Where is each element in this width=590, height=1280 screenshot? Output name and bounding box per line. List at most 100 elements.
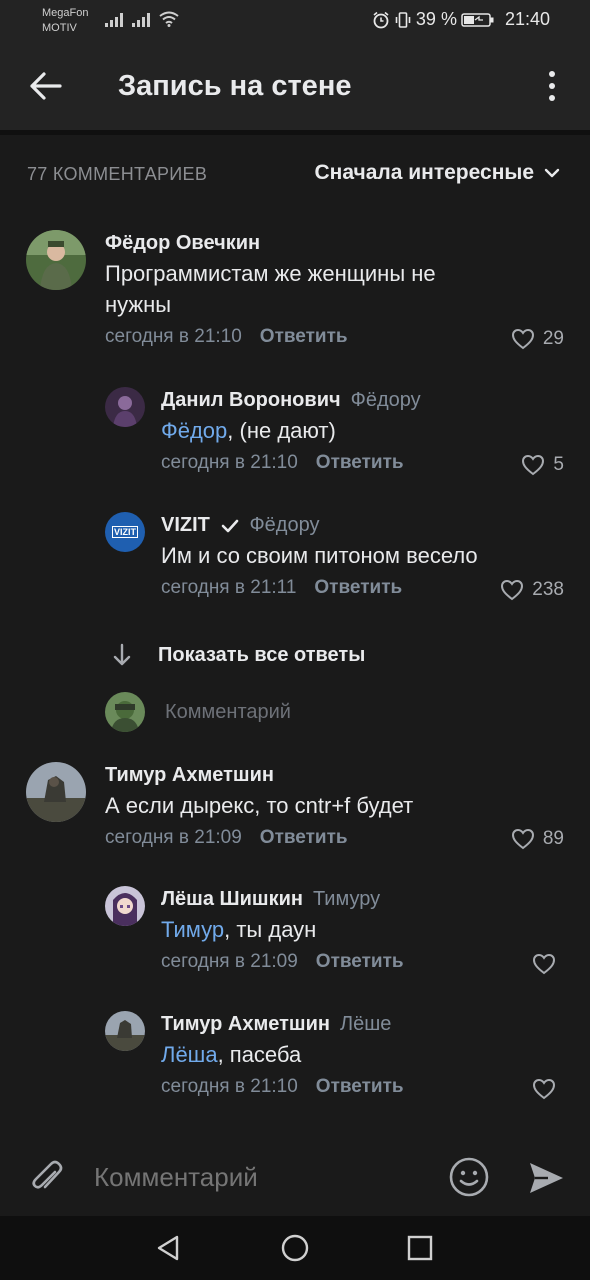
comment-input[interactable] [94, 1162, 414, 1193]
comment-text: Им и со своим питоном весело [161, 543, 478, 568]
reply-button[interactable]: Ответить [316, 1076, 404, 1097]
comment-text: Лёша, пасеба [161, 1039, 541, 1070]
comment-meta: сегодня в 21:10 Ответить [105, 326, 505, 348]
reply-composer[interactable]: Комментарий [105, 692, 291, 732]
connectivity-icons [105, 11, 179, 27]
carrier-line-1: MegaFon [42, 7, 89, 19]
comment-text-body: , (не дают) [227, 418, 336, 443]
mention-link[interactable]: Фёдор [161, 418, 227, 443]
comments-header: 77 КОММЕНТАРИЕВ Сначала интересные [0, 155, 590, 195]
comment-meta: сегодня в 21:09 Ответить [161, 951, 541, 973]
like-button[interactable]: 5 [521, 454, 564, 476]
comment-body: Фёдор Овечкин Программистам же женщины н… [105, 232, 505, 348]
smile-icon [449, 1157, 489, 1197]
reply-item: Данил Воронович Фёдору Фёдор, (не дают) с… [0, 385, 590, 485]
sort-dropdown[interactable]: Сначала интересные [315, 161, 561, 185]
triangle-back-icon [157, 1235, 179, 1261]
signal-icon [132, 11, 150, 27]
clock: 21:40 [504, 9, 550, 29]
reply-to[interactable]: Лёше [340, 1013, 391, 1035]
system-nav-bar [0, 1216, 590, 1280]
like-button[interactable]: 29 [511, 328, 564, 350]
send-icon [530, 1163, 563, 1193]
like-count: 238 [532, 579, 564, 600]
wifi-icon [159, 11, 179, 27]
reply-item: Лёша Шишкин Тимуру Тимур, ты даун сегодня… [0, 884, 590, 984]
battery-icon [461, 12, 494, 27]
avatar[interactable] [105, 1011, 145, 1051]
reply-button[interactable]: Ответить [260, 326, 348, 347]
like-count: 89 [542, 828, 564, 849]
comment-author-line: Тимур Ахметшин Лёше [161, 1013, 541, 1036]
square-recents-icon [407, 1235, 433, 1261]
comment-meta: сегодня в 21:09 Ответить [105, 827, 505, 849]
heart-icon [522, 454, 545, 476]
reply-button[interactable]: Ответить [316, 951, 404, 972]
reply-to[interactable]: Фёдору [249, 514, 319, 536]
heart-icon [532, 1078, 556, 1100]
sort-label: Сначала интересные [314, 161, 535, 184]
comment-item: Тимур Ахметшин А если дырекс, то cntr+f … [0, 760, 590, 860]
carrier-name: MegaFon MOTIV [42, 6, 88, 36]
heart-icon [511, 828, 534, 850]
avatar[interactable] [26, 762, 86, 822]
comment-text: Фёдор, (не дают) [161, 415, 541, 446]
reply-to[interactable]: Фёдору [351, 389, 421, 411]
comment-text: А если дырекс, то cntr+f будет [105, 793, 414, 818]
reply-button[interactable]: Ответить [316, 452, 404, 473]
show-all-replies-label: Показать все ответы [158, 643, 366, 666]
reply-button[interactable]: Ответить [260, 827, 348, 848]
nav-back-button[interactable] [152, 1232, 184, 1264]
comment-body: Тимур Ахметшин А если дырекс, то cntr+f … [105, 764, 505, 849]
comment-author[interactable]: Тимур Ахметшин [105, 764, 505, 787]
avatar-logo: VIZIT [112, 526, 138, 538]
mention-link[interactable]: Тимур [161, 917, 224, 942]
comment-time: сегодня в 21:09 [161, 951, 298, 972]
arrow-left-icon [30, 72, 62, 100]
like-button[interactable] [532, 953, 564, 975]
emoji-button[interactable] [448, 1156, 490, 1198]
like-button[interactable]: 89 [511, 828, 564, 850]
avatar[interactable] [105, 387, 145, 427]
comment-meta: сегодня в 21:11 Ответить [161, 577, 541, 599]
paperclip-icon [32, 1160, 63, 1189]
comment-author[interactable]: Данил Воронович [161, 389, 341, 411]
show-all-replies-button[interactable]: Показать все ответы [110, 640, 365, 670]
send-button[interactable] [526, 1158, 566, 1198]
like-button[interactable] [532, 1078, 564, 1100]
comment-author[interactable]: Лёша Шишкин [161, 888, 303, 910]
comment-author[interactable]: Фёдор Овечкин [105, 232, 505, 255]
comment-text-body: , ты даун [224, 917, 317, 942]
mention-link[interactable]: Лёша [161, 1042, 218, 1067]
back-button[interactable] [24, 64, 68, 108]
status-bar: MegaFon MOTIV 39 % 21:40 [0, 0, 590, 40]
more-vertical-icon [549, 71, 555, 101]
reply-item: VIZIT VIZIT Фёдору Им и со своим питоном… [0, 510, 590, 610]
arrow-down-icon [113, 643, 131, 666]
app-bar-divider [0, 130, 590, 135]
page-title: Запись на стене [118, 70, 352, 102]
reply-button[interactable]: Ответить [314, 577, 402, 598]
attach-button[interactable] [28, 1158, 66, 1198]
more-menu-button[interactable] [540, 66, 564, 106]
vibrate-icon [395, 11, 411, 28]
comment-author[interactable]: Тимур Ахметшин [161, 1013, 330, 1035]
chevron-down-icon [544, 168, 560, 178]
comment-text: Программистам же женщины не нужны [105, 261, 436, 317]
avatar[interactable] [105, 886, 145, 926]
comment-body: Данил Воронович Фёдору Фёдор, (не дают) с… [161, 389, 541, 474]
like-button[interactable]: 238 [500, 579, 564, 601]
comment-body: VIZIT Фёдору Им и со своим питоном весел… [161, 514, 541, 599]
status-right: 39 % 21:40 [372, 9, 550, 30]
reply-to[interactable]: Тимуру [313, 888, 380, 910]
heart-icon [501, 579, 524, 601]
nav-home-button[interactable] [279, 1232, 311, 1264]
avatar[interactable]: VIZIT [105, 512, 145, 552]
comment-author[interactable]: VIZIT [161, 514, 210, 536]
nav-recents-button[interactable] [404, 1232, 436, 1264]
circle-home-icon [281, 1234, 309, 1262]
avatar[interactable] [26, 230, 86, 290]
reply-composer-placeholder: Комментарий [165, 700, 291, 723]
comment-author-line: VIZIT Фёдору [161, 514, 541, 537]
comment-composer [0, 1140, 590, 1216]
